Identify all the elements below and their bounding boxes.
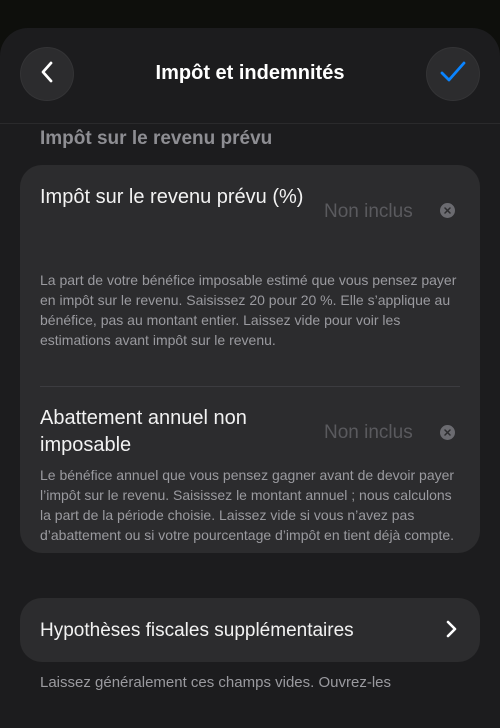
clear-icon[interactable]: [440, 203, 455, 218]
additional-assumptions-label: Hypothèses fiscales supplémentaires: [40, 620, 354, 641]
modal-sheet: Impôt et indemnités Impôt sur le revenu …: [0, 28, 500, 728]
income-tax-input[interactable]: Non inclus: [324, 201, 413, 223]
checkmark-icon: [440, 61, 466, 88]
income-tax-help: La part de votre bénéfice imposable esti…: [40, 272, 457, 348]
allowance-label: Abattement annuel non imposable: [40, 407, 247, 456]
income-tax-label: Impôt sur le revenu prévu (%): [40, 186, 304, 208]
header: Impôt et indemnités: [0, 28, 500, 123]
tax-fields-card: Impôt sur le revenu prévu (%) Non inclus…: [20, 165, 480, 553]
allowance-input[interactable]: Non inclus: [324, 422, 413, 444]
additional-assumptions-row[interactable]: Hypothèses fiscales supplémentaires: [20, 598, 480, 662]
allowance-help: Le bénéfice annuel que vous pensez gagne…: [40, 467, 455, 543]
clear-icon[interactable]: [440, 425, 455, 440]
section-title: Impôt sur le revenu prévu: [40, 128, 273, 149]
row-divider: [40, 386, 460, 387]
chevron-right-icon: [444, 620, 458, 638]
header-divider: [0, 123, 500, 124]
confirm-button[interactable]: [426, 47, 480, 101]
page-title: Impôt et indemnités: [155, 62, 345, 84]
footer-note: Laissez généralement ces champs vides. O…: [40, 674, 391, 691]
